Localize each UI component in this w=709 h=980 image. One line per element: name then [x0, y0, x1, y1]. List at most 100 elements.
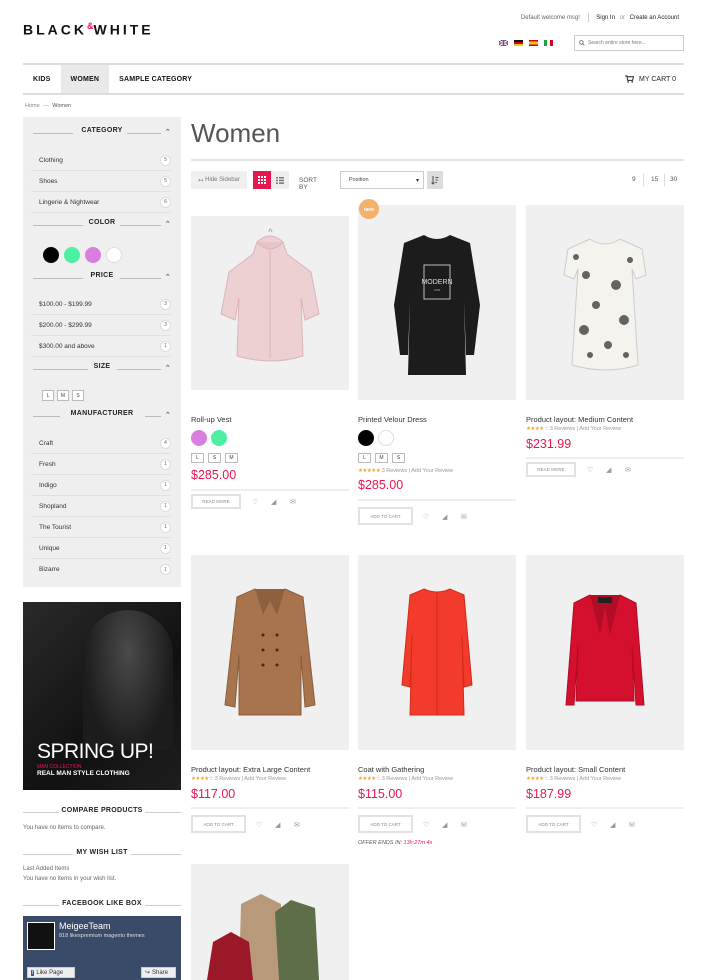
reviews-label[interactable]: Reviews	[554, 426, 575, 432]
wishlist-heart-icon[interactable]: ♡	[256, 821, 262, 829]
compare-icon[interactable]: ◢	[271, 498, 276, 506]
product-image-printed-velour-dress[interactable]: MODERN 1999	[358, 205, 516, 400]
filter-option-lingerie[interactable]: Lingerie & Nightwear 6	[31, 192, 171, 213]
wishlist-heart-icon[interactable]: ♡	[587, 466, 593, 474]
email-icon[interactable]: ✉	[625, 466, 631, 474]
size-option-l[interactable]: L	[42, 390, 54, 401]
compare-icon[interactable]: ◢	[606, 466, 611, 474]
product-size-l[interactable]: L	[358, 453, 371, 463]
email-icon[interactable]: ✉	[294, 821, 300, 829]
add-to-cart-button[interactable]: ADD TO CART	[358, 815, 413, 833]
flag-german-icon[interactable]	[514, 40, 523, 46]
product-color-black[interactable]	[358, 430, 374, 446]
nav-item-sample-category[interactable]: SAMPLE CATEGORY	[109, 65, 202, 93]
flag-spanish-icon[interactable]	[529, 40, 538, 46]
product-name[interactable]: Printed Velour Dress	[358, 415, 427, 424]
per-page-15[interactable]: 15	[651, 176, 658, 183]
product-image-small-content[interactable]	[526, 555, 684, 750]
compare-icon[interactable]: ◢	[275, 821, 280, 829]
email-icon[interactable]: ✉	[290, 498, 296, 506]
wishlist-heart-icon[interactable]: ♡	[252, 498, 258, 506]
add-to-cart-button[interactable]: ADD TO CART	[526, 815, 581, 833]
add-review-link[interactable]: Add Your Review	[579, 426, 621, 432]
filter-option-price-300[interactable]: $300.00 and above 1	[31, 336, 171, 357]
size-option-s[interactable]: S	[72, 390, 84, 401]
list-view-button[interactable]	[271, 171, 289, 189]
search-input[interactable]: Search entire store here...	[574, 35, 684, 51]
add-review-link[interactable]: Add Your Review	[411, 468, 453, 474]
add-review-link[interactable]: Add Your Review	[244, 776, 286, 782]
grid-view-button[interactable]	[253, 171, 271, 189]
wishlist-heart-icon[interactable]: ♡	[423, 513, 429, 521]
compare-icon[interactable]: ◢	[442, 513, 447, 521]
product-color-green[interactable]	[211, 430, 227, 446]
product-image-medium-content[interactable]	[526, 205, 684, 400]
filter-category-title[interactable]: CATEGORY ⌃	[23, 127, 181, 141]
breadcrumb-home[interactable]: Home	[25, 103, 40, 109]
flag-english-icon[interactable]	[499, 40, 508, 46]
filter-option-fresh[interactable]: Fresh 1	[31, 454, 171, 475]
sign-in-link[interactable]: Sign In	[596, 15, 615, 21]
filter-option-bizarre[interactable]: Bizarre 1	[31, 559, 171, 580]
facebook-page-name[interactable]: MeigeeTeam	[59, 921, 111, 931]
filter-price-title[interactable]: PRICE ⌃	[23, 272, 181, 286]
product-image-extra-large-content[interactable]	[191, 555, 349, 750]
facebook-share-button[interactable]: ↪ Share	[141, 967, 176, 978]
promo-banner[interactable]: SPRING UP! MAN COLLECTION REAL MAN STYLE…	[23, 602, 181, 790]
product-name[interactable]: Coat with Gathering	[358, 765, 424, 774]
add-review-link[interactable]: Add Your Review	[579, 776, 621, 782]
product-size-l[interactable]: L	[191, 453, 204, 463]
email-icon[interactable]: ✉	[629, 821, 635, 829]
create-account-link[interactable]: Create an Account	[630, 15, 679, 21]
product-size-s[interactable]: S	[208, 453, 221, 463]
filter-option-indigo[interactable]: Indigo 1	[31, 475, 171, 496]
color-swatch-black[interactable]	[43, 247, 59, 263]
per-page-30[interactable]: 30	[670, 176, 677, 183]
per-page-9[interactable]: 9	[632, 176, 636, 183]
read-more-button[interactable]: READ MORE	[526, 462, 576, 477]
reviews-label[interactable]: Reviews	[386, 468, 407, 474]
add-to-cart-button[interactable]: ADD TO CART	[358, 507, 413, 525]
flag-italian-icon[interactable]	[544, 40, 553, 46]
wishlist-heart-icon[interactable]: ♡	[591, 821, 597, 829]
reviews-label[interactable]: Reviews	[386, 776, 407, 782]
filter-color-title[interactable]: COLOR ⌃	[23, 219, 181, 233]
filter-option-clothing[interactable]: Clothing 5	[31, 150, 171, 171]
size-option-m[interactable]: M	[57, 390, 69, 401]
sort-direction-button[interactable]	[427, 171, 443, 189]
product-image-jackets[interactable]	[191, 864, 349, 980]
compare-icon[interactable]: ◢	[610, 821, 615, 829]
filter-option-the-tourist[interactable]: The Tourist 1	[31, 517, 171, 538]
filter-option-shopland[interactable]: Shopland 1	[31, 496, 171, 517]
add-review-link[interactable]: Add Your Review	[411, 776, 453, 782]
color-swatch-purple[interactable]	[85, 247, 101, 263]
nav-item-women[interactable]: WOMEN	[60, 65, 110, 93]
product-name[interactable]: Roll-up Vest	[191, 415, 231, 424]
nav-item-kids[interactable]: KIDS	[23, 65, 61, 93]
product-image-roll-up-vest[interactable]	[191, 216, 349, 390]
filter-option-price-100[interactable]: $100.00 - $199.99 3	[31, 294, 171, 315]
product-name[interactable]: Product layout: Medium Content	[526, 415, 633, 424]
facebook-like-box[interactable]: MeigeeTeam 818 likespremium magento them…	[23, 916, 181, 980]
product-name[interactable]: Product layout: Small Content	[526, 765, 625, 774]
hide-sidebar-button[interactable]: ↤ Hide Sidebar	[191, 171, 247, 189]
product-color-purple[interactable]	[191, 430, 207, 446]
filter-option-price-200[interactable]: $200.00 - $299.99 3	[31, 315, 171, 336]
email-icon[interactable]: ✉	[461, 513, 467, 521]
product-size-m[interactable]: M	[375, 453, 388, 463]
email-icon[interactable]: ✉	[461, 821, 467, 829]
color-swatch-green[interactable]	[64, 247, 80, 263]
read-more-button[interactable]: READ MORE	[191, 494, 241, 509]
wishlist-heart-icon[interactable]: ♡	[423, 821, 429, 829]
reviews-label[interactable]: Reviews	[554, 776, 575, 782]
reviews-label[interactable]: Reviews	[219, 776, 240, 782]
product-image-coat-with-gathering[interactable]	[358, 555, 516, 750]
filter-option-craft[interactable]: Craft 4	[31, 433, 171, 454]
color-swatch-white[interactable]	[106, 247, 122, 263]
mini-cart[interactable]: MY CART 0	[625, 65, 684, 93]
store-logo[interactable]: BLACK&WHITE	[23, 21, 154, 38]
filter-manufacturer-title[interactable]: MANUFACTURER ⌃	[23, 410, 181, 424]
product-size-m[interactable]: M	[225, 453, 238, 463]
sort-by-select[interactable]: Position ▾	[340, 171, 424, 189]
compare-icon[interactable]: ◢	[442, 821, 447, 829]
